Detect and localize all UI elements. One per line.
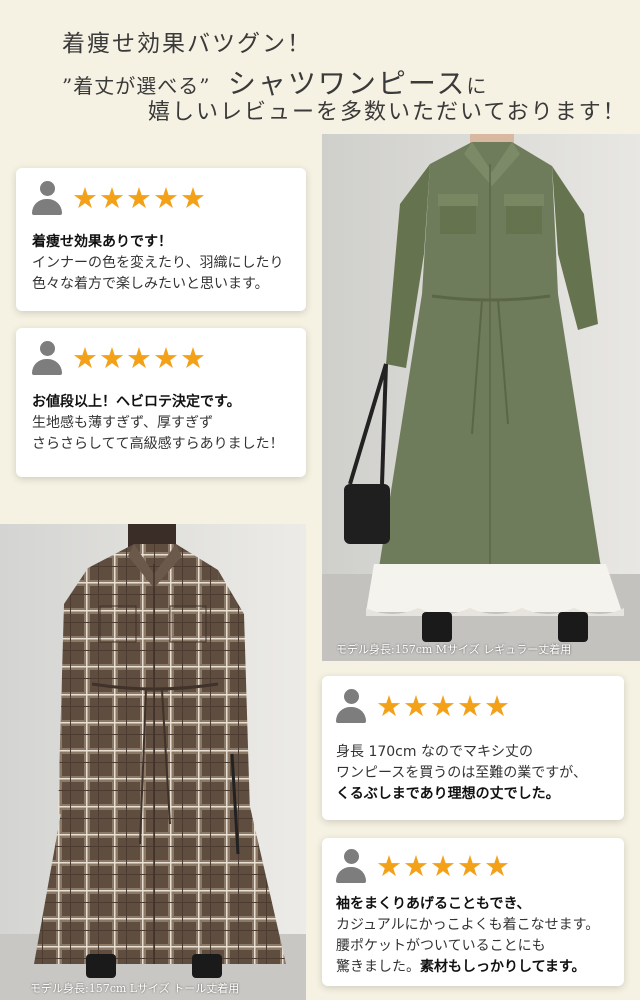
user-avatar-icon (336, 689, 366, 723)
headline-line-3: 嬉しいレビューを多数いただいております！ (148, 100, 627, 125)
user-avatar-icon (32, 341, 62, 375)
review-body-line: さらさらしてて高級感すらありました！ (32, 436, 284, 452)
star-rating: ★★★★★ (72, 180, 207, 215)
review-emphasis: 素材もしっかりしてます。 (420, 959, 586, 975)
star-rating: ★★★★★ (376, 848, 511, 883)
review-body-line: 身長 170cm なのでマキシ丈の (336, 744, 533, 760)
review-card-2: ★★★★★ お値段以上！ヘビロテ決定です。 生地感も薄すぎず、厚すぎず さらさら… (16, 328, 306, 477)
review-text: 袖をまくりあげることもでき、 カジュアルにかっこよくも着こなせます。 腰ポケット… (336, 894, 610, 978)
review-body-line: 驚きました。素材もしっかりしてます。 (336, 957, 610, 978)
review-card-4: ★★★★★ 袖をまくりあげることもでき、 カジュアルにかっこよくも着こなせます。… (322, 838, 624, 986)
product-photo-olive: モデル身長:157cm Mサイズ レギュラー丈着用 (322, 134, 640, 661)
review-title: お値段以上！ヘビロテ決定です。 (32, 394, 241, 410)
review-body-line: 腰ポケットがついていることにも (336, 938, 546, 954)
photo-caption: モデル身長:157cm Lサイズ トール丈着用 (30, 982, 240, 995)
review-card-1: ★★★★★ 着痩せ効果ありです！ インナーの色を変えたり、羽織にしたり 色々な着… (16, 168, 306, 311)
review-header: ★★★★★ (336, 846, 610, 886)
review-title: 着痩せ効果ありです！ (32, 234, 172, 250)
review-text: 身長 170cm なのでマキシ丈の ワンピースを買うのは至難の業ですが、 くるぶ… (336, 742, 610, 805)
headline-line-1: 着痩せ効果バツグン！ (62, 31, 312, 57)
review-body-line: インナーの色を変えたり、羽織にしたり (32, 255, 284, 271)
review-emphasis: 袖をまくりあげることもでき、 (336, 896, 531, 912)
product-photo-check: モデル身長:157cm Lサイズ トール丈着用 (0, 524, 306, 1000)
olive-dress-image (322, 134, 640, 661)
star-rating: ★★★★★ (72, 340, 207, 375)
review-body-line: 生地感も薄すぎず、厚すぎず (32, 415, 214, 431)
review-header: ★★★★★ (32, 338, 290, 378)
review-lead: 驚きました。 (336, 959, 420, 975)
review-text: お値段以上！ヘビロテ決定です。 生地感も薄すぎず、厚すぎず さらさらしてて高級感… (32, 392, 290, 455)
review-body-line: 色々な着方で楽しみたいと思います。 (32, 276, 269, 292)
review-card-3: ★★★★★ 身長 170cm なのでマキシ丈の ワンピースを買うのは至難の業です… (322, 676, 624, 820)
star-rating: ★★★★★ (376, 688, 511, 723)
review-emphasis: くるぶしまであり理想の丈でした。 (336, 786, 560, 802)
review-text: 着痩せ効果ありです！ インナーの色を変えたり、羽織にしたり 色々な着方で楽しみた… (32, 232, 290, 295)
hero-header: 着痩せ効果バツグン！ ”着丈が選べる” シャツワンピースに 嬉しいレビューを多数… (0, 0, 640, 140)
review-body-line: カジュアルにかっこよくも着こなせます。 (336, 917, 600, 933)
photo-caption: モデル身長:157cm Mサイズ レギュラー丈着用 (336, 643, 572, 656)
review-header: ★★★★★ (336, 686, 610, 726)
check-dress-image (0, 524, 306, 1000)
review-body-line: ワンピースを買うのは至難の業ですが、 (336, 765, 588, 781)
review-header: ★★★★★ (32, 178, 290, 218)
user-avatar-icon (336, 849, 366, 883)
user-avatar-icon (32, 181, 62, 215)
